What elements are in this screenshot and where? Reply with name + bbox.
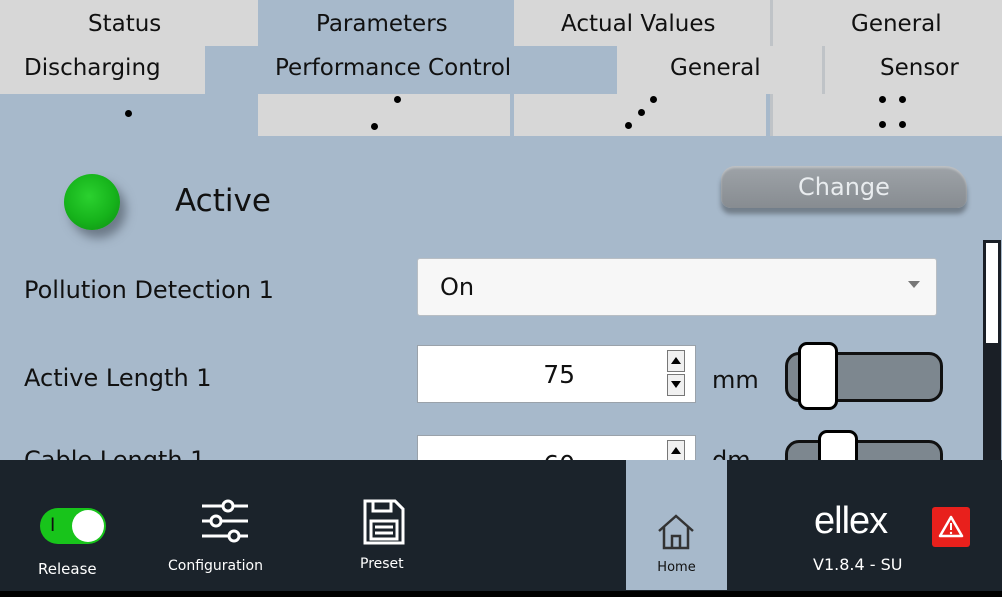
pollution-detection-value: On <box>440 273 475 301</box>
cable-length-slider[interactable] <box>785 430 943 460</box>
active-length-label: Active Length 1 <box>24 364 212 392</box>
alarm-button[interactable] <box>932 507 970 547</box>
decrement-button[interactable] <box>667 374 685 396</box>
status-label: Active <box>175 183 271 219</box>
bottom-bar: I Release Configuration Preset Home elle… <box>0 460 1002 597</box>
active-length-stepper[interactable]: 75 <box>417 345 696 403</box>
dot-icon <box>879 96 886 103</box>
arrow-up-icon <box>671 357 681 364</box>
warning-icon <box>938 515 964 538</box>
change-button[interactable]: Change <box>721 166 967 208</box>
active-length-slider[interactable] <box>785 342 943 410</box>
release-toggle[interactable]: I <box>40 508 106 544</box>
status-indicator-led <box>64 174 120 230</box>
increment-button[interactable] <box>667 350 685 372</box>
chevron-down-icon <box>908 281 920 288</box>
main-tab-row: Status Parameters Actual Values General <box>0 0 1002 46</box>
home-label: Home <box>657 560 696 575</box>
parameter-panel: Active Change Pollution Detection 1 On A… <box>0 136 1002 460</box>
tab-general-top-label: General <box>851 11 942 37</box>
tab-discharging[interactable]: Discharging <box>0 46 205 94</box>
cable-length-value: 60 <box>543 450 575 460</box>
tab-actual-values-label: Actual Values <box>561 11 716 37</box>
increment-button[interactable] <box>667 440 685 460</box>
tab-status[interactable]: Status <box>0 0 258 46</box>
bottom-edge <box>0 591 1002 597</box>
sensor-page-2[interactable] <box>258 94 510 136</box>
slider-handle[interactable] <box>818 430 858 460</box>
preset-label: Preset <box>360 556 404 572</box>
cable-length-label: Cable Length 1 <box>24 446 206 460</box>
pollution-detection-label: Pollution Detection 1 <box>24 276 274 304</box>
toggle-state-text: I <box>50 515 56 536</box>
arrow-up-icon <box>671 447 681 454</box>
sensor-page-1[interactable] <box>0 94 258 136</box>
tab-sensor-label: Sensor <box>880 55 959 81</box>
configuration-label: Configuration <box>168 558 263 574</box>
preset-button[interactable] <box>361 497 407 547</box>
dot-icon <box>371 123 378 130</box>
sensor-page-4[interactable] <box>770 94 1002 136</box>
tab-performance-control-label: Performance Control <box>275 55 512 81</box>
save-icon <box>363 499 405 545</box>
dot-icon <box>125 110 132 117</box>
dot-icon <box>650 96 657 103</box>
slider-handle[interactable] <box>798 342 838 410</box>
sliders-icon <box>202 499 248 543</box>
tab-sensor[interactable]: Sensor <box>822 46 1002 94</box>
tab-parameters[interactable]: Parameters <box>258 0 514 46</box>
home-icon <box>658 514 694 550</box>
cable-length-unit: dm <box>712 446 751 460</box>
arrow-down-icon <box>671 381 681 388</box>
pollution-detection-select[interactable]: On <box>417 258 937 316</box>
tab-parameters-label: Parameters <box>316 11 448 37</box>
sensor-page-row <box>0 94 1002 136</box>
sensor-page-3[interactable] <box>514 94 766 136</box>
tab-general-sub[interactable]: General <box>617 46 822 94</box>
tab-general-sub-label: General <box>670 55 761 81</box>
app-screen: Status Parameters Actual Values General … <box>0 0 1002 597</box>
dot-icon <box>899 121 906 128</box>
sub-tab-row: Discharging Performance Control General … <box>0 46 1002 94</box>
active-length-value: 75 <box>543 360 575 389</box>
dot-icon <box>638 109 645 116</box>
cable-length-stepper[interactable]: 60 <box>417 435 696 460</box>
configuration-button[interactable] <box>198 496 252 546</box>
tab-performance-control[interactable]: Performance Control <box>205 46 617 94</box>
tab-general-top[interactable]: General <box>770 0 1002 46</box>
tab-actual-values[interactable]: Actual Values <box>514 0 770 46</box>
dot-icon <box>394 96 401 103</box>
dot-icon <box>625 122 632 129</box>
vertical-scrollbar[interactable] <box>983 240 1001 460</box>
home-button[interactable]: Home <box>626 460 727 590</box>
toggle-knob <box>72 510 104 542</box>
dot-icon <box>899 96 906 103</box>
active-length-unit: mm <box>712 366 759 394</box>
version-text: V1.8.4 - SU <box>813 555 903 574</box>
ellex-logo: ellex <box>814 500 888 542</box>
tab-discharging-label: Discharging <box>24 55 161 81</box>
scrollbar-thumb[interactable] <box>986 243 998 343</box>
dot-icon <box>879 121 886 128</box>
tab-status-label: Status <box>88 11 162 37</box>
release-label: Release <box>38 560 97 578</box>
